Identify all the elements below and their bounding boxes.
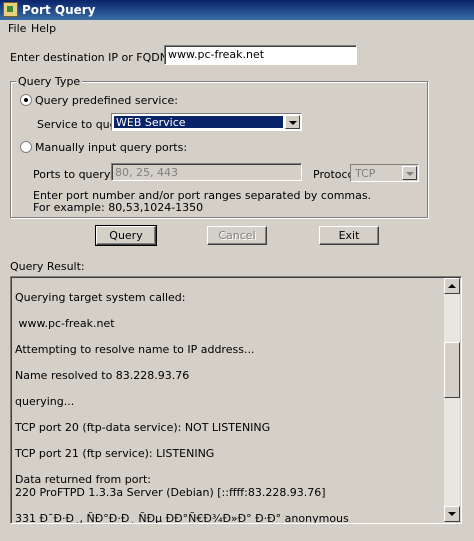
scroll-up-button[interactable] [444,278,460,294]
predefined-service-radio[interactable] [20,94,32,106]
destination-input[interactable]: www.pc-freak.net [164,45,357,65]
result-line [15,356,439,369]
query-result-box[interactable]: Querying target system called: www.pc-fr… [10,276,462,524]
protocol-selected-value: TCP [355,167,376,180]
scroll-thumb[interactable] [444,342,460,398]
service-select[interactable]: WEB Service [111,113,302,131]
chevron-down-icon[interactable] [402,166,417,180]
app-icon [3,2,18,17]
result-line: Name resolved to 83.228.93.76 [15,369,190,382]
menu-file[interactable]: File [6,22,28,35]
window-title: Port Query [22,3,96,17]
manual-ports-label: Manually input query ports: [35,141,188,154]
result-line: www.pc-freak.net [15,317,115,330]
title-bar: Port Query [0,0,474,20]
result-line: TCP port 20 (ftp-data service): NOT LIST… [15,421,271,434]
result-line: 220 ProFTPD 1.3.3a Server (Debian) [::ff… [15,486,326,499]
result-line [15,434,439,447]
scroll-down-button[interactable] [444,506,460,522]
result-line: TCP port 21 (ftp service): LISTENING [15,447,215,460]
result-line [15,382,439,395]
ports-hint-line2: For example: 80,53,1024-1350 [33,201,204,214]
result-line [15,330,439,343]
query-result-label: Query Result: [10,260,85,273]
result-line: Attempting to resolve name to IP address… [15,343,255,356]
result-line: Querying target system called: [15,291,186,304]
chevron-down-icon[interactable] [285,115,300,129]
result-line [15,304,439,317]
service-selected-value: WEB Service [114,116,283,129]
menu-bar: File Help [0,20,474,38]
result-line: querying... [15,395,75,408]
query-type-label: Query Type [16,75,83,88]
result-line [15,499,439,512]
protocol-select[interactable]: TCP [350,164,419,182]
ports-input[interactable]: 80, 25, 443 [111,163,302,181]
query-button[interactable]: Query [95,225,157,246]
menu-help[interactable]: Help [29,22,58,35]
manual-ports-radio[interactable] [20,141,32,153]
exit-button[interactable]: Exit [319,226,379,245]
vertical-scrollbar[interactable] [444,278,460,522]
ports-label: Ports to query: [33,168,114,181]
result-line: Data returned from port: [15,473,151,486]
result-line [15,460,439,473]
cancel-button[interactable]: Cancel [207,226,267,245]
result-line: 331 Ð¯Ð·Ð¸, ÑÐ°Ð·Ð¸ ÑÐµ ÐÐ°Ñ€Ð¾Ð»Ð° Ð·Ð°… [15,512,349,524]
predefined-service-label: Query predefined service: [35,94,178,107]
result-line [15,408,439,421]
query-result-text: Querying target system called: www.pc-fr… [15,291,439,524]
